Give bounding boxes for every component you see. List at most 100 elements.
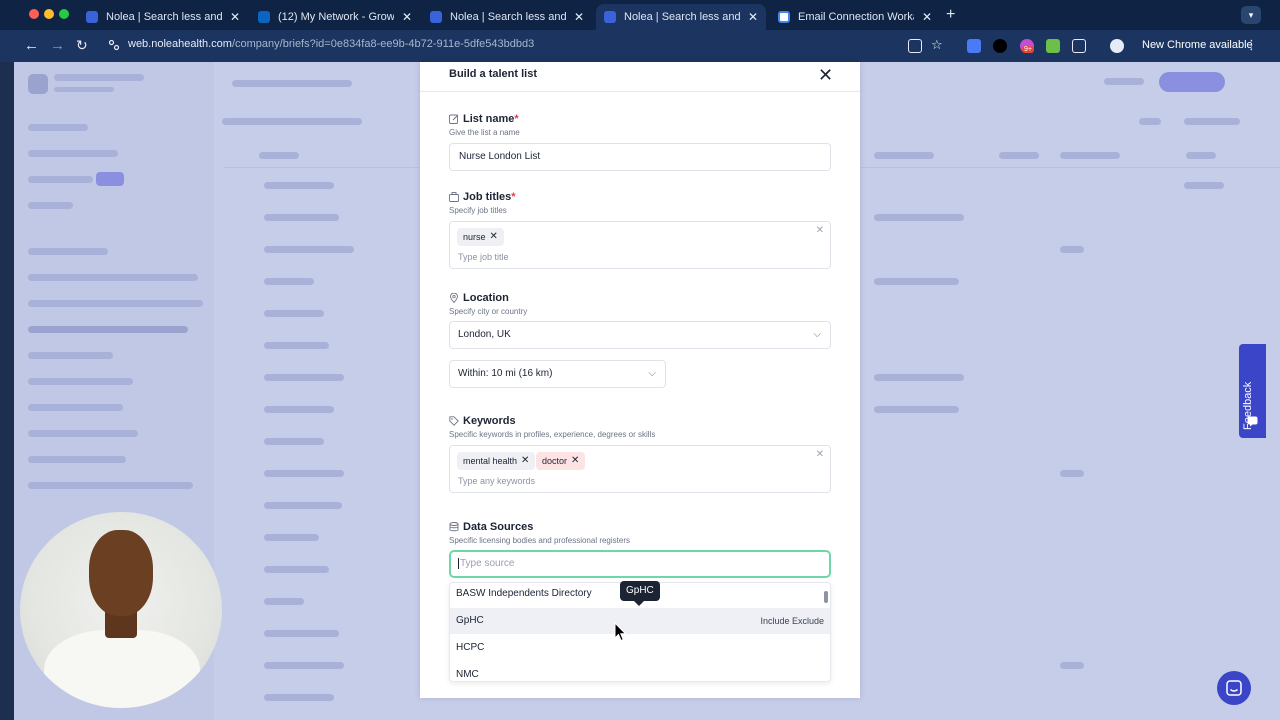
include-exclude-actions[interactable]: Include Exclude xyxy=(760,608,824,634)
keywords-placeholder: Type any keywords xyxy=(458,476,536,486)
location-pin-icon xyxy=(450,293,458,303)
list-name-input[interactable]: Nurse London List xyxy=(449,143,831,171)
webcam-overlay xyxy=(20,512,222,708)
nolea-favicon-icon xyxy=(604,11,616,23)
tab-title: (12) My Network - Grow | Link xyxy=(278,11,394,23)
tag-label: nurse xyxy=(463,232,486,242)
radius-value: Within: 10 mi (16 km) xyxy=(458,368,553,379)
location-label: Location xyxy=(463,292,509,304)
required-mark: * xyxy=(514,113,519,125)
new-tab-button[interactable]: + xyxy=(946,6,955,24)
remove-tag-icon[interactable]: ✕ xyxy=(490,228,498,246)
tab-close-icon[interactable]: ✕ xyxy=(574,10,584,24)
option-label: GpHC xyxy=(456,615,484,626)
radius-select[interactable]: Within: 10 mi (16 km) ⌵ xyxy=(449,360,666,388)
job-title-tag: nurse ✕ xyxy=(457,228,504,246)
chat-launcher-button[interactable] xyxy=(1217,671,1251,705)
remove-tag-icon[interactable]: ✕ xyxy=(571,452,579,470)
data-sources-help: Specific licensing bodies and profession… xyxy=(449,536,630,545)
back-icon[interactable]: ← xyxy=(24,37,39,54)
option-label: HCPC xyxy=(456,642,485,653)
data-source-input[interactable]: Type source xyxy=(449,550,831,578)
option-label: NMC xyxy=(456,669,479,680)
clear-icon[interactable]: ✕ xyxy=(816,449,824,460)
list-name-help: Give the list a name xyxy=(449,128,520,137)
profile-avatar[interactable] xyxy=(1110,39,1124,53)
modal-header: Build a talent list ✕ xyxy=(420,62,860,92)
bookmark-star-icon[interactable]: ☆ xyxy=(931,37,943,53)
clear-icon[interactable]: ✕ xyxy=(816,225,824,236)
keywords-help: Specific keywords in profiles, experienc… xyxy=(449,430,656,439)
modal-title: Build a talent list xyxy=(449,68,538,80)
chevron-down-icon: ⌵ xyxy=(648,368,656,379)
tab-close-icon[interactable]: ✕ xyxy=(230,10,240,24)
tag-label: doctor xyxy=(542,456,568,466)
location-help: Specify city or country xyxy=(449,307,528,316)
nolea-favicon-icon xyxy=(86,11,98,23)
data-sources-label: Data Sources xyxy=(463,521,534,533)
forward-icon[interactable]: → xyxy=(50,37,65,54)
extension-icon[interactable] xyxy=(967,39,981,53)
address-bar[interactable]: web.noleahealth.com/company/briefs?id=0e… xyxy=(128,38,534,50)
tab-search-icon[interactable]: ▾ xyxy=(1241,6,1261,24)
list-name-label: List name* xyxy=(463,113,519,125)
maximize-window-icon[interactable] xyxy=(59,9,69,19)
feedback-label: Feedback xyxy=(1242,381,1254,430)
keyword-tag-excluded: doctor ✕ xyxy=(536,452,586,470)
label-text: List name xyxy=(463,113,515,125)
extension-icon[interactable] xyxy=(993,39,1007,53)
browser-tab-active[interactable]: Nolea | Search less and hire m ✕ xyxy=(596,4,766,30)
tab-title: Email Connection Workaround xyxy=(798,11,914,23)
job-titles-help: Specify job titles xyxy=(449,206,507,215)
tag-icon xyxy=(449,416,459,426)
tag-label: mental health xyxy=(463,456,518,466)
label-text: Job titles xyxy=(463,191,512,203)
tab-title: Nolea | Search less and hire m xyxy=(450,11,566,23)
remove-tag-icon[interactable]: ✕ xyxy=(521,452,529,470)
browser-tab[interactable]: Nolea | Search less and hire m ✕ xyxy=(78,4,248,30)
option-tooltip: GpHC xyxy=(620,581,660,606)
chrome-menu-icon[interactable]: ⋮ xyxy=(1245,37,1258,53)
dropdown-option[interactable]: NMC xyxy=(450,662,830,681)
dropdown-option-hovered[interactable]: GpHC Include Exclude xyxy=(450,608,830,634)
edit-icon xyxy=(449,114,459,124)
tab-title: Nolea | Search less and hire m xyxy=(106,11,222,23)
chrome-favicon-icon xyxy=(778,11,790,23)
location-value: London, UK xyxy=(458,329,511,340)
extensions-puzzle-icon[interactable] xyxy=(1072,39,1086,53)
keyword-tag: mental health ✕ xyxy=(457,452,536,470)
dropdown-option[interactable]: HCPC xyxy=(450,635,830,661)
tab-close-icon[interactable]: ✕ xyxy=(748,10,758,24)
browser-tab[interactable]: (12) My Network - Grow | Link ✕ xyxy=(250,4,420,30)
minimize-window-icon[interactable] xyxy=(44,9,54,19)
presenter-head xyxy=(89,530,153,616)
browser-tab[interactable]: Nolea | Search less and hire m ✕ xyxy=(422,4,592,30)
job-titles-input[interactable]: nurse ✕ Type job title ✕ xyxy=(449,221,831,269)
browser-tab-bar: Nolea | Search less and hire m ✕ (12) My… xyxy=(0,0,1280,30)
browser-tab[interactable]: Email Connection Workaround ✕ xyxy=(770,4,940,30)
briefcase-icon xyxy=(449,192,459,202)
database-icon xyxy=(449,522,459,532)
data-source-placeholder: Type source xyxy=(460,558,515,569)
close-icon[interactable]: ✕ xyxy=(818,65,833,86)
extension-icon[interactable] xyxy=(1046,39,1060,53)
location-select[interactable]: London, UK ⌵ xyxy=(449,321,831,349)
option-label: BASW Independents Directory xyxy=(456,588,592,599)
required-mark: * xyxy=(511,191,516,203)
job-titles-label: Job titles* xyxy=(463,191,516,203)
tab-close-icon[interactable]: ✕ xyxy=(922,10,932,24)
url-host: web.noleahealth.com xyxy=(128,38,232,50)
tab-close-icon[interactable]: ✕ xyxy=(402,10,412,24)
url-path: /company/briefs?id=0e834fa8-ee9b-4b72-91… xyxy=(231,38,535,50)
job-title-placeholder: Type job title xyxy=(458,252,509,262)
reload-icon[interactable]: ↻ xyxy=(76,37,88,54)
mouse-pointer-icon xyxy=(614,622,626,642)
site-settings-icon[interactable] xyxy=(108,39,120,51)
keywords-input[interactable]: mental health ✕ doctor ✕ Type any keywor… xyxy=(449,445,831,493)
presenter-shirt xyxy=(44,630,200,708)
install-app-icon[interactable] xyxy=(908,39,922,53)
new-chrome-available-button[interactable]: New Chrome available xyxy=(1142,39,1253,51)
dropdown-scrollbar[interactable] xyxy=(824,591,828,603)
close-window-icon[interactable] xyxy=(29,9,39,19)
nolea-favicon-icon xyxy=(430,11,442,23)
